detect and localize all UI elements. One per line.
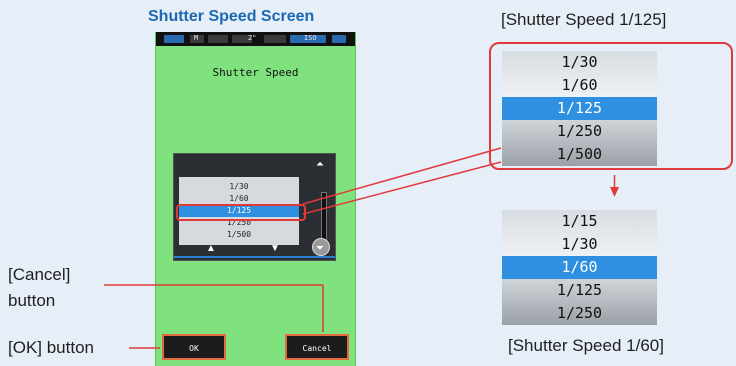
picker-item: 1/30: [561, 235, 598, 253]
picker-item: 1/500: [556, 145, 603, 163]
picker-item: 1/125: [502, 97, 657, 120]
zoom-picker-60: 1/15 1/30 1/60 1/125 1/250: [502, 210, 657, 325]
cancel-label-line1: [Cancel]: [8, 265, 71, 284]
picker-item: 1/250: [556, 122, 603, 140]
picker-item: 1/30: [561, 53, 598, 71]
picker-item: 1/250: [556, 304, 603, 322]
cancel-label-line2: button: [8, 291, 56, 310]
ok-label: [OK] button: [8, 338, 94, 357]
bottom-zoom-caption: [Shutter Speed 1/60]: [508, 336, 664, 355]
picker-item: 1/125: [556, 281, 603, 299]
zoom-picker-125: 1/30 1/60 1/125 1/250 1/500: [502, 51, 657, 166]
arrow-down-icon: [610, 187, 619, 197]
top-zoom-caption: [Shutter Speed 1/125]: [501, 10, 667, 29]
picker-item: 1/60: [561, 76, 598, 94]
picker-item: 1/15: [561, 212, 598, 230]
picker-item: 1/60: [502, 256, 657, 279]
callout-line-upper: [302, 147, 502, 205]
callout-line-lower: [302, 161, 502, 215]
